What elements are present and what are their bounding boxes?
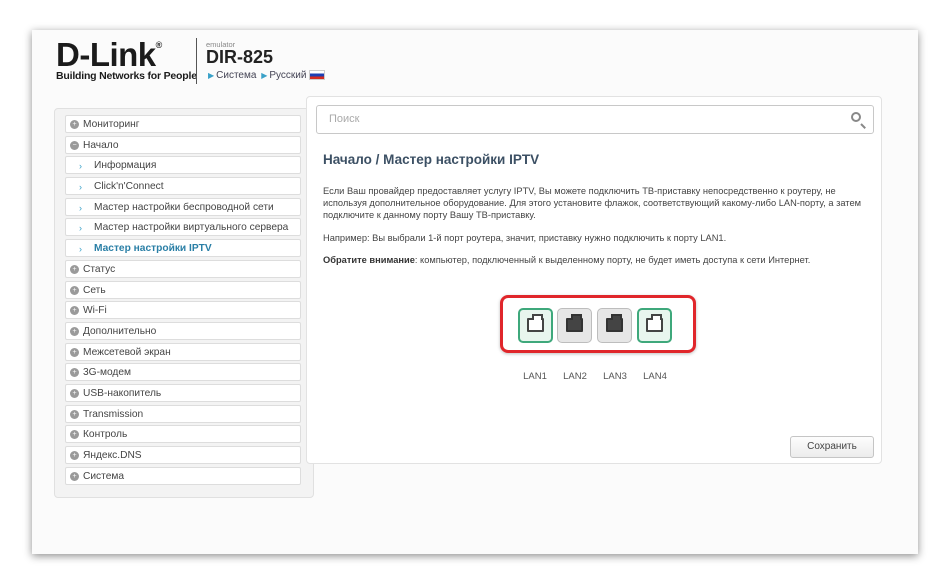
notice-label: Обратите внимание bbox=[323, 255, 415, 265]
sidebar-item-info[interactable]: › Информация bbox=[65, 156, 301, 175]
collapse-minus-icon: − bbox=[70, 140, 79, 150]
expand-plus-icon: + bbox=[70, 409, 79, 419]
sidebar-item-firewall[interactable]: + Межсетевой экран bbox=[65, 342, 301, 361]
main-panel: Поиск Начало / Мастер настройки IPTV Есл… bbox=[306, 96, 882, 464]
expand-plus-icon: + bbox=[70, 388, 79, 398]
dlink-logo: D-Link® bbox=[56, 36, 162, 73]
search-icon[interactable] bbox=[851, 112, 861, 122]
save-button[interactable]: Сохранить bbox=[790, 436, 874, 458]
page-title: Начало / Мастер настройки IPTV bbox=[323, 152, 540, 167]
logo-divider bbox=[196, 38, 197, 84]
sidebar-item-usb-storage[interactable]: + USB-накопитель bbox=[65, 383, 301, 402]
expand-plus-icon: + bbox=[70, 471, 79, 481]
expand-plus-icon: + bbox=[70, 306, 79, 316]
sidebar-item-status[interactable]: + Статус bbox=[65, 259, 301, 278]
ethernet-port-icon bbox=[566, 314, 583, 332]
sidebar-item-wireless-wizard[interactable]: › Мастер настройки беспроводной сети bbox=[65, 197, 301, 216]
language-link[interactable]: Русский bbox=[269, 70, 306, 81]
lan3-port-checkbox[interactable] bbox=[597, 308, 632, 343]
description-text: Если Ваш провайдер предоставляет услугу … bbox=[323, 186, 862, 220]
notice-body: : компьютер, подключенный к выделенному … bbox=[414, 255, 811, 265]
expand-plus-icon: + bbox=[70, 451, 79, 460]
expand-plus-icon: + bbox=[70, 264, 79, 274]
sidebar: + Мониторинг − Начало › Информация › Click'n… bbox=[54, 108, 314, 498]
sidebar-item-start[interactable]: − Начало bbox=[65, 135, 301, 154]
expand-plus-icon: + bbox=[70, 326, 79, 336]
sidebar-item-wifi[interactable]: + Wi-Fi bbox=[65, 301, 301, 320]
ethernet-port-icon bbox=[606, 314, 623, 332]
lan1-port-checkbox[interactable] bbox=[518, 308, 553, 343]
lan3-label: LAN3 bbox=[603, 371, 627, 382]
expand-plus-icon: + bbox=[70, 347, 79, 357]
expand-plus-icon: + bbox=[70, 120, 79, 129]
chevron-right-icon: › bbox=[79, 161, 82, 172]
browser-frame: D-Link® Building Networks for People emu… bbox=[32, 30, 918, 554]
sidebar-item-monitoring[interactable]: + Мониторинг bbox=[65, 115, 301, 133]
lan2-label: LAN2 bbox=[563, 371, 587, 382]
chevron-right-icon: › bbox=[79, 244, 82, 255]
sidebar-item-system[interactable]: + Система bbox=[65, 466, 301, 485]
chevron-right-icon: › bbox=[79, 223, 82, 234]
chevron-right-icon: ▶ bbox=[261, 71, 268, 80]
chevron-right-icon: › bbox=[79, 202, 82, 213]
sidebar-item-3g-modem[interactable]: +3G-модем bbox=[65, 363, 301, 382]
lan2-port-checkbox[interactable] bbox=[557, 308, 592, 343]
russia-flag-icon[interactable] bbox=[309, 70, 326, 81]
sidebar-item-yandex-dns[interactable]: + Яндекс.DNS bbox=[65, 446, 301, 464]
sidebar-item-virtual-server-wizard[interactable]: › Мастер настройки виртуального сервера bbox=[65, 218, 301, 237]
expand-plus-icon: + bbox=[70, 430, 79, 440]
ethernet-port-icon bbox=[527, 314, 544, 332]
system-link[interactable]: Система bbox=[216, 70, 256, 81]
breadcrumb: ▶ Система ▶ Русский bbox=[206, 70, 326, 81]
header: D-Link® Building Networks for People emu… bbox=[32, 30, 918, 106]
lan1-label: LAN1 bbox=[523, 371, 547, 382]
logo-tagline: Building Networks for People bbox=[56, 70, 197, 82]
search-placeholder: Поиск bbox=[329, 113, 360, 125]
lan4-port-checkbox[interactable] bbox=[637, 308, 672, 343]
sidebar-item-control[interactable]: + Контроль bbox=[65, 425, 301, 444]
chevron-right-icon: ▶ bbox=[208, 71, 215, 80]
model-name: DIR-825 bbox=[206, 47, 274, 67]
lan4-label: LAN4 bbox=[643, 371, 667, 382]
expand-plus-icon: + bbox=[70, 285, 79, 295]
search-input[interactable]: Поиск bbox=[316, 105, 874, 134]
expand-plus-icon: + bbox=[70, 368, 79, 378]
ethernet-port-icon bbox=[646, 314, 663, 332]
chevron-right-icon: › bbox=[79, 182, 82, 193]
sidebar-item-advanced[interactable]: + Дополнительно bbox=[65, 321, 301, 340]
sidebar-item-transmission[interactable]: + Transmission bbox=[65, 404, 301, 423]
sidebar-item-network[interactable]: + Сеть bbox=[65, 280, 301, 299]
sidebar-item-iptv-wizard[interactable]: › Мастер настройки IPTV bbox=[65, 239, 301, 258]
sidebar-item-clickn-connect[interactable]: › Click'n'Connect bbox=[65, 177, 301, 196]
notice-text: Обратите внимание: компьютер, подключенн… bbox=[323, 254, 863, 266]
example-text: Например: Вы выбрали 1-й порт роутера, з… bbox=[323, 233, 727, 243]
